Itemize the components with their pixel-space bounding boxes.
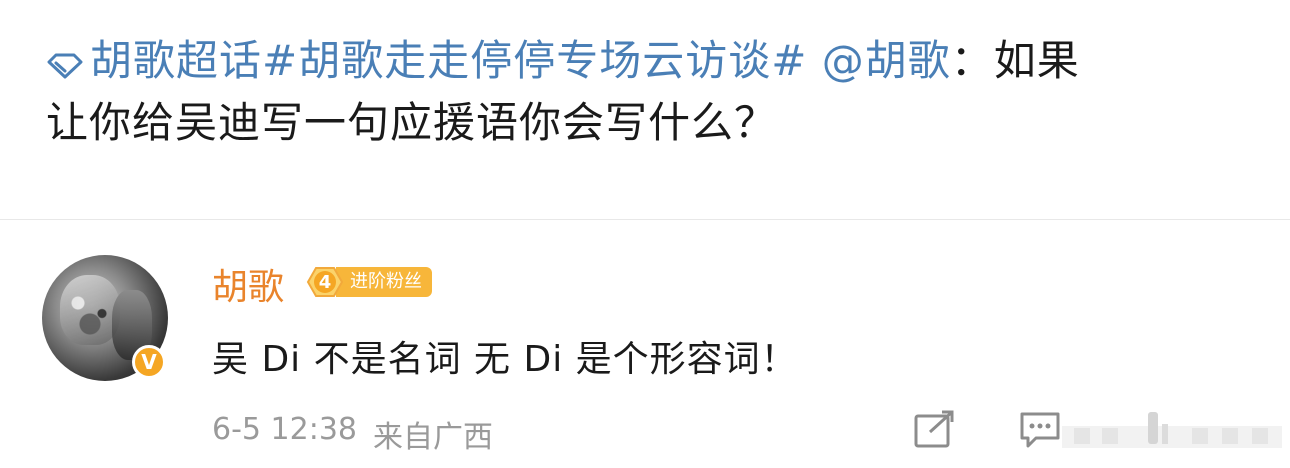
- post-text: 胡歌超话#胡歌走走停停专场云访谈# @胡歌：如果 让你给吴迪写一句应援语你会写什…: [46, 30, 1246, 154]
- comment-icon[interactable]: [1018, 410, 1062, 450]
- comment-source: 来自广西: [373, 420, 493, 455]
- super-topic-link[interactable]: 胡歌超话: [46, 36, 262, 85]
- like-icon[interactable]: [1062, 408, 1282, 452]
- comment-content: 吴 Di 不是名词 无 Di 是个形容词！: [212, 339, 798, 380]
- fan-level-number: 4: [306, 265, 344, 299]
- super-topic-label: 胡歌超话: [90, 36, 263, 85]
- diamond-icon: [47, 53, 83, 79]
- hashtag-link[interactable]: #胡歌走走停停专场云访谈#: [262, 36, 807, 85]
- repost-icon[interactable]: [912, 410, 956, 450]
- comment-meta: 6-5 12:38 来自广西: [212, 412, 493, 456]
- mention-link[interactable]: @胡歌: [822, 36, 951, 85]
- comment-time: 6-5 12:38: [212, 412, 357, 447]
- post-text-part1: ：如果: [950, 36, 1080, 85]
- fan-level-badge[interactable]: 4 进阶粉丝: [306, 264, 432, 300]
- fan-level-value: 4: [318, 271, 332, 293]
- divider: [0, 219, 1290, 220]
- verified-v-icon: V: [132, 345, 166, 379]
- comment-username[interactable]: 胡歌: [212, 258, 284, 310]
- post-text-part2: 让你给吴迪写一句应援语你会写什么？: [46, 98, 778, 147]
- fan-level-label: 进阶粉丝: [336, 267, 432, 297]
- avatar[interactable]: V: [42, 255, 168, 381]
